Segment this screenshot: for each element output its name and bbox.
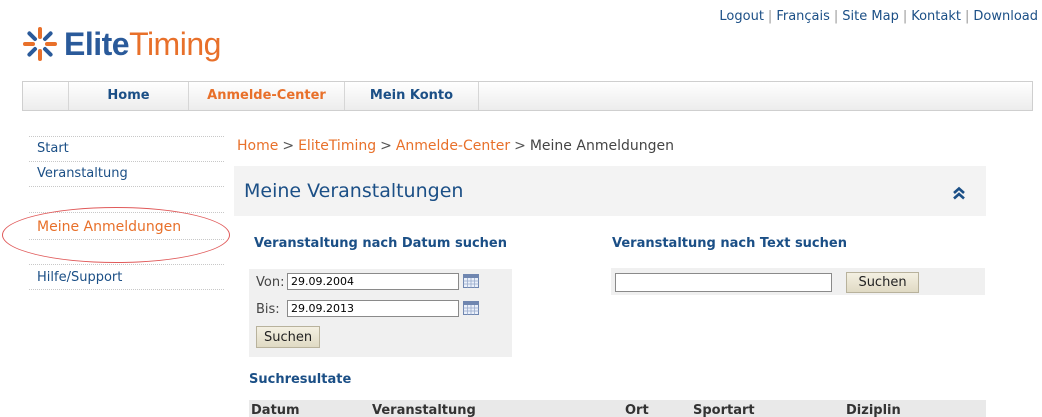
sitemap-link[interactable]: Site Map	[842, 9, 899, 24]
breadcrumb-current: Meine Anmeldungen	[529, 138, 674, 154]
sidebar-item-hilfe-support[interactable]: Hilfe/Support	[29, 264, 224, 290]
main-nav: Home Anmelde-Center Mein Konto	[22, 81, 1033, 111]
date-search-box: Von: Bis: Suchen	[249, 269, 512, 357]
separator: |	[902, 9, 908, 24]
from-date-input[interactable]	[287, 273, 459, 290]
top-links: Logout | Français | Site Map | Kontakt | Downloa…	[719, 9, 1038, 24]
language-link[interactable]: Français	[776, 9, 830, 24]
logout-link[interactable]: Logout	[719, 9, 764, 24]
logo-text-elite: Elite	[64, 25, 130, 62]
panel-title: Meine Veranstaltungen	[244, 180, 464, 202]
sidebar-item-start[interactable]: Start	[29, 136, 224, 162]
text-search-button[interactable]: Suchen	[846, 272, 919, 293]
results-table-header: Datum Veranstaltung Ort Sportart Dizipli…	[249, 400, 986, 417]
nav-mein-konto[interactable]: Mein Konto	[345, 82, 479, 110]
text-search-input[interactable]	[615, 273, 832, 292]
date-search-heading: Veranstaltung nach Datum suchen	[254, 236, 507, 251]
from-label: Von:	[256, 275, 285, 290]
breadcrumb-separator: >	[380, 138, 392, 154]
panel-body: Veranstaltung nach Datum suchen Veransta…	[234, 216, 986, 417]
highlight-ellipse	[2, 207, 230, 263]
logo-burst-icon	[23, 27, 57, 61]
to-date-input[interactable]	[287, 300, 459, 317]
calendar-icon[interactable]	[463, 301, 479, 315]
nav-home[interactable]: Home	[69, 82, 189, 110]
breadcrumb-separator: >	[282, 138, 295, 154]
meine-veranstaltungen-panel: Meine Veranstaltungen Veranstaltung nach…	[234, 166, 986, 417]
column-header-diziplin[interactable]: Diziplin	[846, 403, 901, 417]
column-header-ort[interactable]: Ort	[625, 403, 649, 417]
breadcrumb: Home > EliteTiming > Anmelde-Center > Meine An…	[237, 138, 674, 154]
sidebar-item-meine-anmeldungen[interactable]: Meine Anmeldungen	[2, 207, 230, 263]
sidebar-item-veranstaltung[interactable]: Veranstaltung	[29, 162, 224, 187]
separator: |	[833, 9, 839, 24]
elitetiming-logo[interactable]: Elite Timing	[22, 24, 221, 64]
calendar-icon[interactable]	[463, 274, 479, 288]
column-header-sportart[interactable]: Sportart	[693, 403, 755, 417]
sidebar: Start Veranstaltung Meine Anmeldungen Hi…	[2, 136, 230, 290]
double-chevron-up-icon[interactable]	[952, 186, 966, 200]
nav-anmelde-center[interactable]: Anmelde-Center	[189, 82, 345, 110]
sidebar-item-label: Meine Anmeldungen	[37, 219, 182, 235]
column-header-datum[interactable]: Datum	[251, 403, 300, 417]
results-heading: Suchresultate	[249, 372, 352, 387]
logo-text-timing: Timing	[129, 25, 221, 62]
download-link[interactable]: Download	[973, 9, 1038, 24]
breadcrumb-elitetiming[interactable]: EliteTiming	[298, 138, 376, 154]
breadcrumb-separator: >	[514, 138, 526, 154]
contact-link[interactable]: Kontakt	[911, 9, 961, 24]
text-search-heading: Veranstaltung nach Text suchen	[612, 236, 847, 251]
text-search-box: Suchen	[611, 268, 985, 295]
breadcrumb-home[interactable]: Home	[237, 138, 278, 154]
separator: |	[767, 9, 773, 24]
column-header-veranstaltung[interactable]: Veranstaltung	[372, 403, 476, 417]
breadcrumb-anmelde-center[interactable]: Anmelde-Center	[396, 138, 510, 154]
to-label: Bis:	[256, 302, 280, 317]
separator: |	[964, 9, 970, 24]
nav-spacer	[23, 82, 69, 110]
date-search-button[interactable]: Suchen	[256, 326, 321, 348]
